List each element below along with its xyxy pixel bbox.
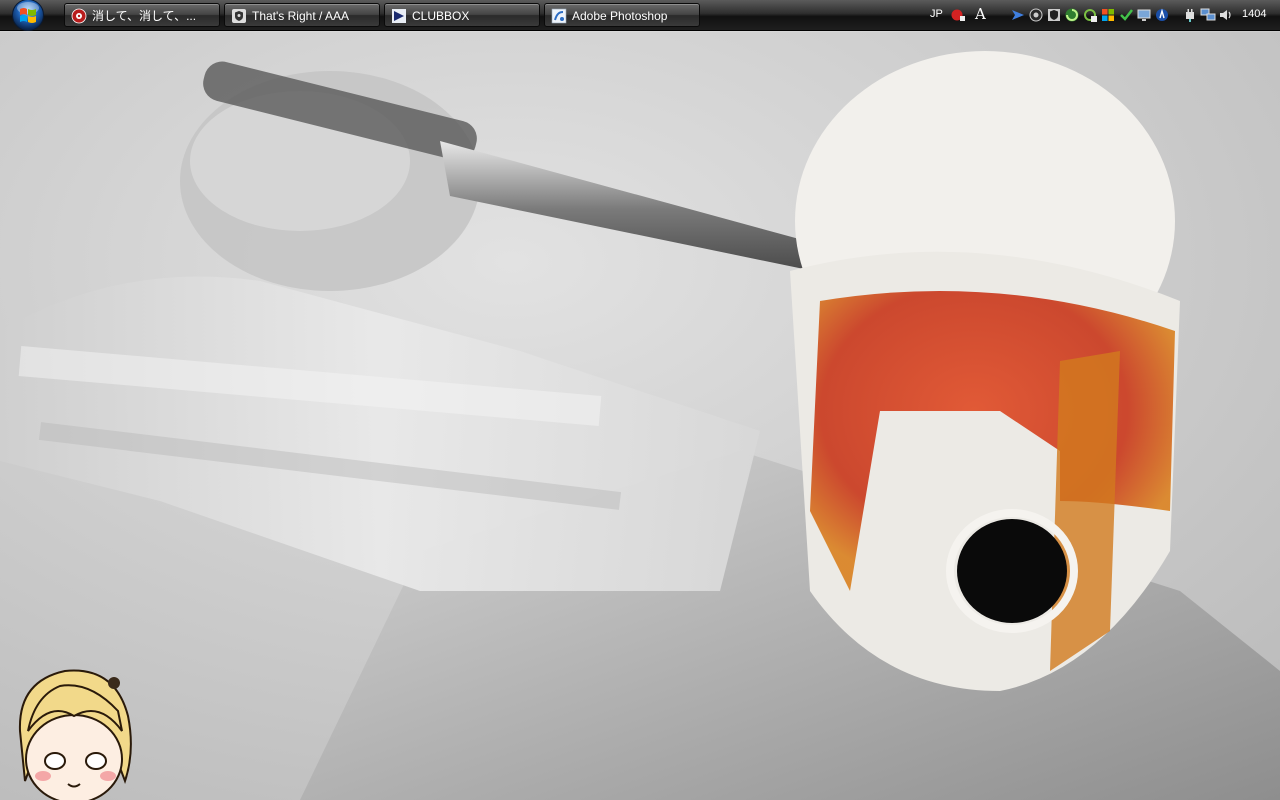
checkmark-icon[interactable] xyxy=(1118,7,1134,23)
photoshop-icon xyxy=(551,8,567,24)
network-monitors-icon[interactable] xyxy=(1200,7,1216,23)
clubbox-arrow-icon xyxy=(392,9,406,23)
taskbar-button-music[interactable]: 消して、消して、... xyxy=(64,3,220,27)
ime-pad-icon[interactable] xyxy=(950,7,966,23)
taskbar-button-media[interactable]: That's Right / AAA xyxy=(224,3,380,27)
windows-flag-icon[interactable] xyxy=(1100,7,1116,23)
language-indicator[interactable]: JP xyxy=(930,8,943,20)
taskbar-button-label: That's Right / AAA xyxy=(252,9,350,23)
taskbar-button-label: 消して、消して、... xyxy=(92,9,197,23)
shield-icon[interactable] xyxy=(1046,7,1062,23)
swirl-app-icon[interactable] xyxy=(1064,7,1080,23)
network-globe-icon[interactable] xyxy=(1028,7,1044,23)
speaker-volume-icon[interactable] xyxy=(1218,7,1234,23)
ime-mode-indicator[interactable]: A xyxy=(975,5,986,23)
windows-orb-icon xyxy=(12,0,44,31)
music-player-icon xyxy=(71,8,87,24)
taskbar: 消して、消して、... That's Right / AAA CLUBBOX A… xyxy=(0,0,1280,31)
masked-figure-with-knife-wallpaper xyxy=(0,31,1280,800)
system-tray: JP A 1404 xyxy=(920,0,1280,30)
anime-girl-head-icon[interactable] xyxy=(10,661,138,800)
taskbar-button-label: Adobe Photoshop xyxy=(572,9,668,23)
antivirus-icon[interactable] xyxy=(1154,7,1170,23)
start-button[interactable] xyxy=(8,0,48,32)
desktop xyxy=(0,31,1280,800)
power-plug-icon[interactable] xyxy=(1182,7,1198,23)
taskbar-button-clubbox[interactable]: CLUBBOX xyxy=(384,3,540,27)
taskbar-button-label: CLUBBOX xyxy=(412,9,470,23)
media-shield-icon xyxy=(232,9,246,23)
taskbar-button-photoshop[interactable]: Adobe Photoshop xyxy=(544,3,700,27)
refresh-icon[interactable] xyxy=(1082,7,1098,23)
monitor-icon[interactable] xyxy=(1136,7,1152,23)
clock[interactable]: 1404 xyxy=(1242,8,1266,20)
send-arrow-icon[interactable] xyxy=(1010,7,1026,23)
